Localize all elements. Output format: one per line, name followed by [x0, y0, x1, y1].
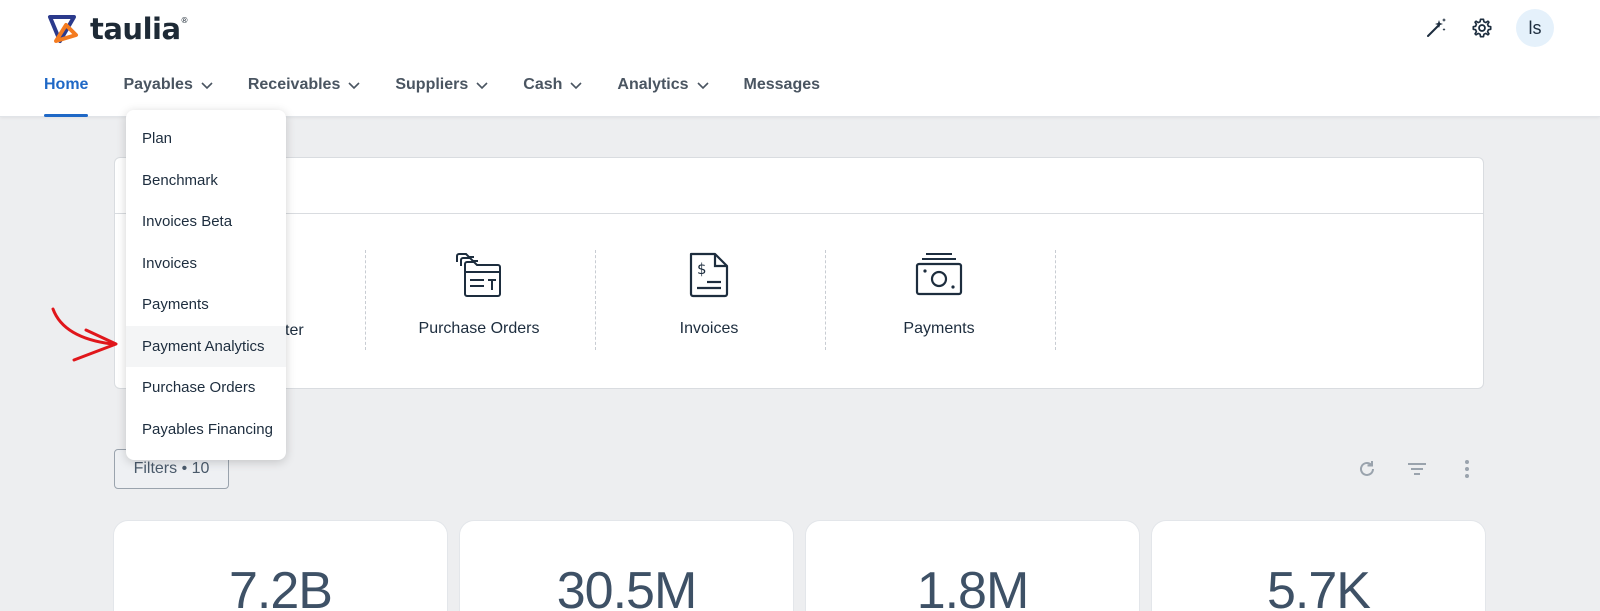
shortcut-tiles: ter Purchase Orders $ Invoices Payments [115, 214, 1483, 388]
annotation-arrow-icon [51, 307, 118, 362]
nav-suppliers-label: Suppliers [395, 76, 469, 93]
kpi-card[interactable]: 7.2B [114, 521, 447, 611]
logo-text: taulia [90, 12, 181, 46]
svg-text:$: $ [697, 260, 707, 278]
nav-analytics-label: Analytics [617, 76, 689, 93]
kpi-card[interactable]: 30.5M [460, 521, 793, 611]
chevron-down-icon [201, 82, 213, 90]
more-vertical-icon[interactable] [1454, 456, 1480, 482]
kpi-card[interactable]: 5.7K [1152, 521, 1485, 611]
tile-invoices[interactable]: $ Invoices [594, 250, 824, 350]
tile-invoices-label: Invoices [679, 320, 739, 337]
card-header [115, 158, 1483, 214]
menu-item-payments[interactable]: Payments [126, 284, 286, 326]
menu-item-benchmark[interactable]: Benchmark [126, 160, 286, 202]
menu-item-payables-financing[interactable]: Payables Financing [126, 409, 286, 451]
chevron-down-icon [348, 82, 360, 90]
menu-item-plan[interactable]: Plan [126, 118, 286, 160]
magic-wand-icon[interactable] [1418, 10, 1454, 46]
tile-partial-label: ter [285, 322, 304, 339]
tile-payments[interactable]: Payments [824, 250, 1054, 350]
menu-item-invoices-beta[interactable]: Invoices Beta [126, 201, 286, 243]
purchase-orders-icon [364, 250, 594, 306]
kpi-value: 5.7K [1267, 562, 1371, 611]
nav-home-label: Home [44, 76, 89, 93]
tile-purchase-orders[interactable]: Purchase Orders [364, 250, 594, 350]
nav-messages-label: Messages [743, 76, 821, 93]
header-actions: ls [1408, 9, 1554, 47]
kpi-value: 7.2B [229, 562, 333, 611]
shortcuts-card: ter Purchase Orders $ Invoices Payments [114, 157, 1484, 389]
chevron-down-icon [570, 82, 582, 90]
registered-mark: ® [180, 16, 189, 25]
user-avatar[interactable]: ls [1516, 9, 1554, 47]
invoice-icon: $ [594, 250, 824, 306]
filter-icon[interactable] [1404, 456, 1430, 482]
tile-purchase-orders-label: Purchase Orders [418, 320, 540, 337]
nav-cash-label: Cash [523, 76, 563, 93]
nav-receivables-label: Receivables [247, 76, 341, 93]
chevron-down-icon [696, 82, 709, 90]
menu-item-invoices[interactable]: Invoices [126, 243, 286, 285]
gear-icon[interactable] [1464, 10, 1500, 46]
payables-dropdown-menu: Plan Benchmark Invoices Beta Invoices Pa… [126, 110, 286, 460]
nav-messages[interactable]: Messages [744, 66, 821, 118]
tile-divider [1055, 250, 1056, 350]
kpi-value: 1.8M [916, 562, 1030, 611]
menu-item-payment-analytics[interactable]: Payment Analytics [126, 325, 286, 367]
tile-payments-label: Payments [903, 320, 975, 337]
kpi-value: 30.5M [556, 562, 698, 611]
nav-suppliers[interactable]: Suppliers [395, 66, 488, 118]
chevron-down-icon [476, 82, 488, 90]
nav-analytics[interactable]: Analytics [617, 66, 709, 118]
nav-payables-label: Payables [123, 76, 193, 93]
dashboard-toolbar [1330, 456, 1480, 482]
refresh-icon[interactable] [1354, 456, 1380, 482]
taulia-logo[interactable]: taulia® [44, 12, 189, 46]
kpi-card[interactable]: 1.8M [806, 521, 1139, 611]
menu-item-purchase-orders[interactable]: Purchase Orders [126, 367, 286, 409]
taulia-logo-mark [48, 15, 78, 43]
payments-icon [824, 250, 1054, 306]
nav-home[interactable]: Home [44, 66, 89, 118]
app-header: taulia® ls Home Payables Receivables Sup… [0, 0, 1600, 117]
nav-cash[interactable]: Cash [523, 66, 582, 118]
